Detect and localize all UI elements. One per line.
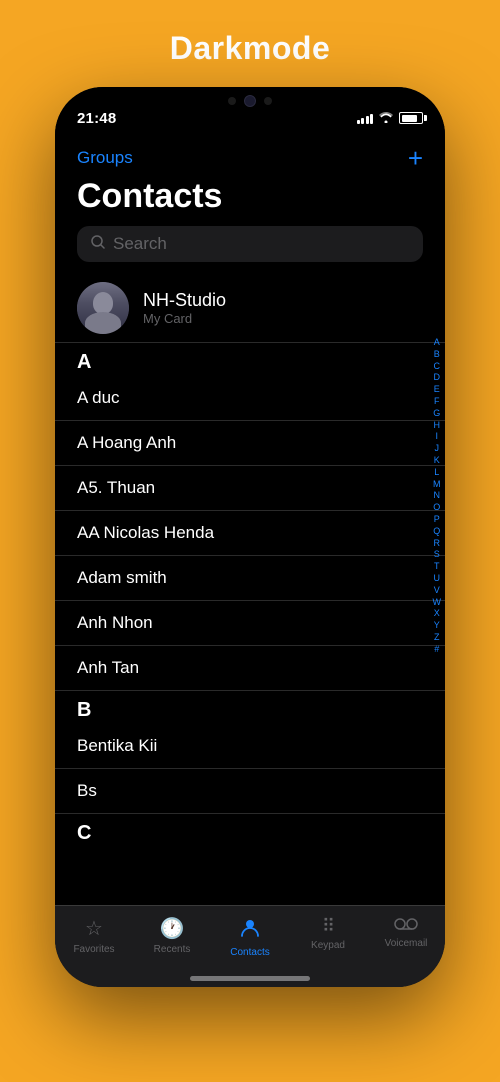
contact-item[interactable]: Adam smith xyxy=(55,556,445,601)
status-icons xyxy=(357,111,424,126)
contact-item[interactable]: Anh Tan xyxy=(55,646,445,691)
wifi-icon xyxy=(378,111,394,126)
notch xyxy=(185,87,315,115)
home-indicator xyxy=(190,976,310,981)
alpha-t[interactable]: T xyxy=(434,561,440,572)
contact-item[interactable]: A Hoang Anh xyxy=(55,421,445,466)
alpha-a[interactable]: A xyxy=(434,337,440,348)
search-bar[interactable]: Search xyxy=(77,226,423,262)
status-time: 21:48 xyxy=(77,110,116,127)
alpha-x[interactable]: X xyxy=(434,608,440,619)
my-card-subtitle: My Card xyxy=(143,311,226,326)
contact-name: AA Nicolas Henda xyxy=(77,523,214,542)
alpha-u[interactable]: U xyxy=(434,573,441,584)
recents-label: Recents xyxy=(154,944,191,955)
contact-name: Anh Nhon xyxy=(77,613,153,632)
groups-button[interactable]: Groups xyxy=(77,148,133,168)
nav-bar: Groups + xyxy=(55,137,445,175)
contact-item[interactable]: Bentika Kii xyxy=(55,724,445,769)
section-header-a: A xyxy=(55,343,445,376)
alpha-q[interactable]: Q xyxy=(433,526,440,537)
alpha-j[interactable]: J xyxy=(435,443,440,454)
page-title-label: Darkmode xyxy=(170,30,331,67)
contact-name: A5. Thuan xyxy=(77,478,155,497)
alpha-b[interactable]: B xyxy=(434,349,440,360)
my-card-info: NH-Studio My Card xyxy=(143,290,226,326)
recents-icon: 🕐 xyxy=(160,916,185,941)
alpha-e[interactable]: E xyxy=(434,384,440,395)
alpha-k[interactable]: K xyxy=(434,455,440,466)
alpha-c[interactable]: C xyxy=(434,361,441,372)
contacts-title: Contacts xyxy=(55,175,445,226)
contact-item[interactable]: Anh Nhon xyxy=(55,601,445,646)
notch-camera xyxy=(244,95,256,107)
my-card-name: NH-Studio xyxy=(143,290,226,311)
app-content: Groups + Contacts Search NH-Studio My Ca… xyxy=(55,137,445,905)
section-header-b: B xyxy=(55,691,445,724)
avatar-silhouette xyxy=(77,282,129,334)
phone-frame: 21:48 Groups + xyxy=(55,87,445,987)
alpha-w[interactable]: W xyxy=(433,597,442,608)
alpha-g[interactable]: G xyxy=(433,408,440,419)
avatar xyxy=(77,282,129,334)
favorites-label: Favorites xyxy=(73,944,114,955)
contact-name: Bentika Kii xyxy=(77,736,157,755)
alpha-hash[interactable]: # xyxy=(434,644,439,655)
tab-keypad[interactable]: ⠿ Keypad xyxy=(289,916,367,951)
alpha-d[interactable]: D xyxy=(434,372,441,383)
search-icon xyxy=(91,235,105,253)
battery-fill xyxy=(402,115,417,122)
tab-voicemail[interactable]: Voicemail xyxy=(367,916,445,949)
alpha-v[interactable]: V xyxy=(434,585,440,596)
voicemail-icon xyxy=(394,916,418,935)
section-header-c: C xyxy=(55,814,445,847)
alpha-n[interactable]: N xyxy=(434,490,441,501)
keypad-icon: ⠿ xyxy=(322,916,334,937)
alpha-i[interactable]: I xyxy=(435,431,438,442)
contact-name: A Hoang Anh xyxy=(77,433,176,452)
tab-recents[interactable]: 🕐 Recents xyxy=(133,916,211,955)
notch-dot-left xyxy=(228,97,236,105)
alpha-s[interactable]: S xyxy=(434,549,440,560)
tab-contacts[interactable]: Contacts xyxy=(211,916,289,958)
contact-item[interactable]: AA Nicolas Henda xyxy=(55,511,445,556)
alpha-r[interactable]: R xyxy=(434,538,441,549)
voicemail-label: Voicemail xyxy=(385,938,428,949)
alpha-p[interactable]: P xyxy=(434,514,440,525)
contact-item[interactable]: Bs xyxy=(55,769,445,814)
alpha-l[interactable]: L xyxy=(434,467,439,478)
contacts-list: A A duc A Hoang Anh A5. Thuan AA Nicolas… xyxy=(55,343,445,847)
keypad-label: Keypad xyxy=(311,940,345,951)
contact-item[interactable]: A5. Thuan xyxy=(55,466,445,511)
signal-icon xyxy=(357,112,374,124)
contact-name: A duc xyxy=(77,388,120,407)
notch-dot-right xyxy=(264,97,272,105)
contacts-icon xyxy=(239,916,261,944)
contact-name: Bs xyxy=(77,781,97,800)
favorites-icon: ☆ xyxy=(85,916,103,941)
alpha-m[interactable]: M xyxy=(433,479,441,490)
search-placeholder-text: Search xyxy=(113,234,167,254)
alpha-h[interactable]: H xyxy=(434,420,441,431)
alpha-z[interactable]: Z xyxy=(434,632,440,643)
contact-name: Adam smith xyxy=(77,568,167,587)
contact-name: Anh Tan xyxy=(77,658,139,677)
add-contact-button[interactable]: + xyxy=(408,145,423,171)
tab-bar: ☆ Favorites 🕐 Recents Contacts ⠿ Keypad xyxy=(55,905,445,987)
my-card[interactable]: NH-Studio My Card xyxy=(55,274,445,343)
battery-icon xyxy=(399,112,423,124)
tab-favorites[interactable]: ☆ Favorites xyxy=(55,916,133,955)
alpha-o[interactable]: O xyxy=(433,502,440,513)
alphabet-index[interactable]: A B C D E F G H I J K L M N O P Q R S T … xyxy=(433,337,442,655)
alpha-f[interactable]: F xyxy=(434,396,440,407)
alpha-y[interactable]: Y xyxy=(434,620,440,631)
contact-item[interactable]: A duc xyxy=(55,376,445,421)
contacts-tab-label: Contacts xyxy=(230,947,269,958)
